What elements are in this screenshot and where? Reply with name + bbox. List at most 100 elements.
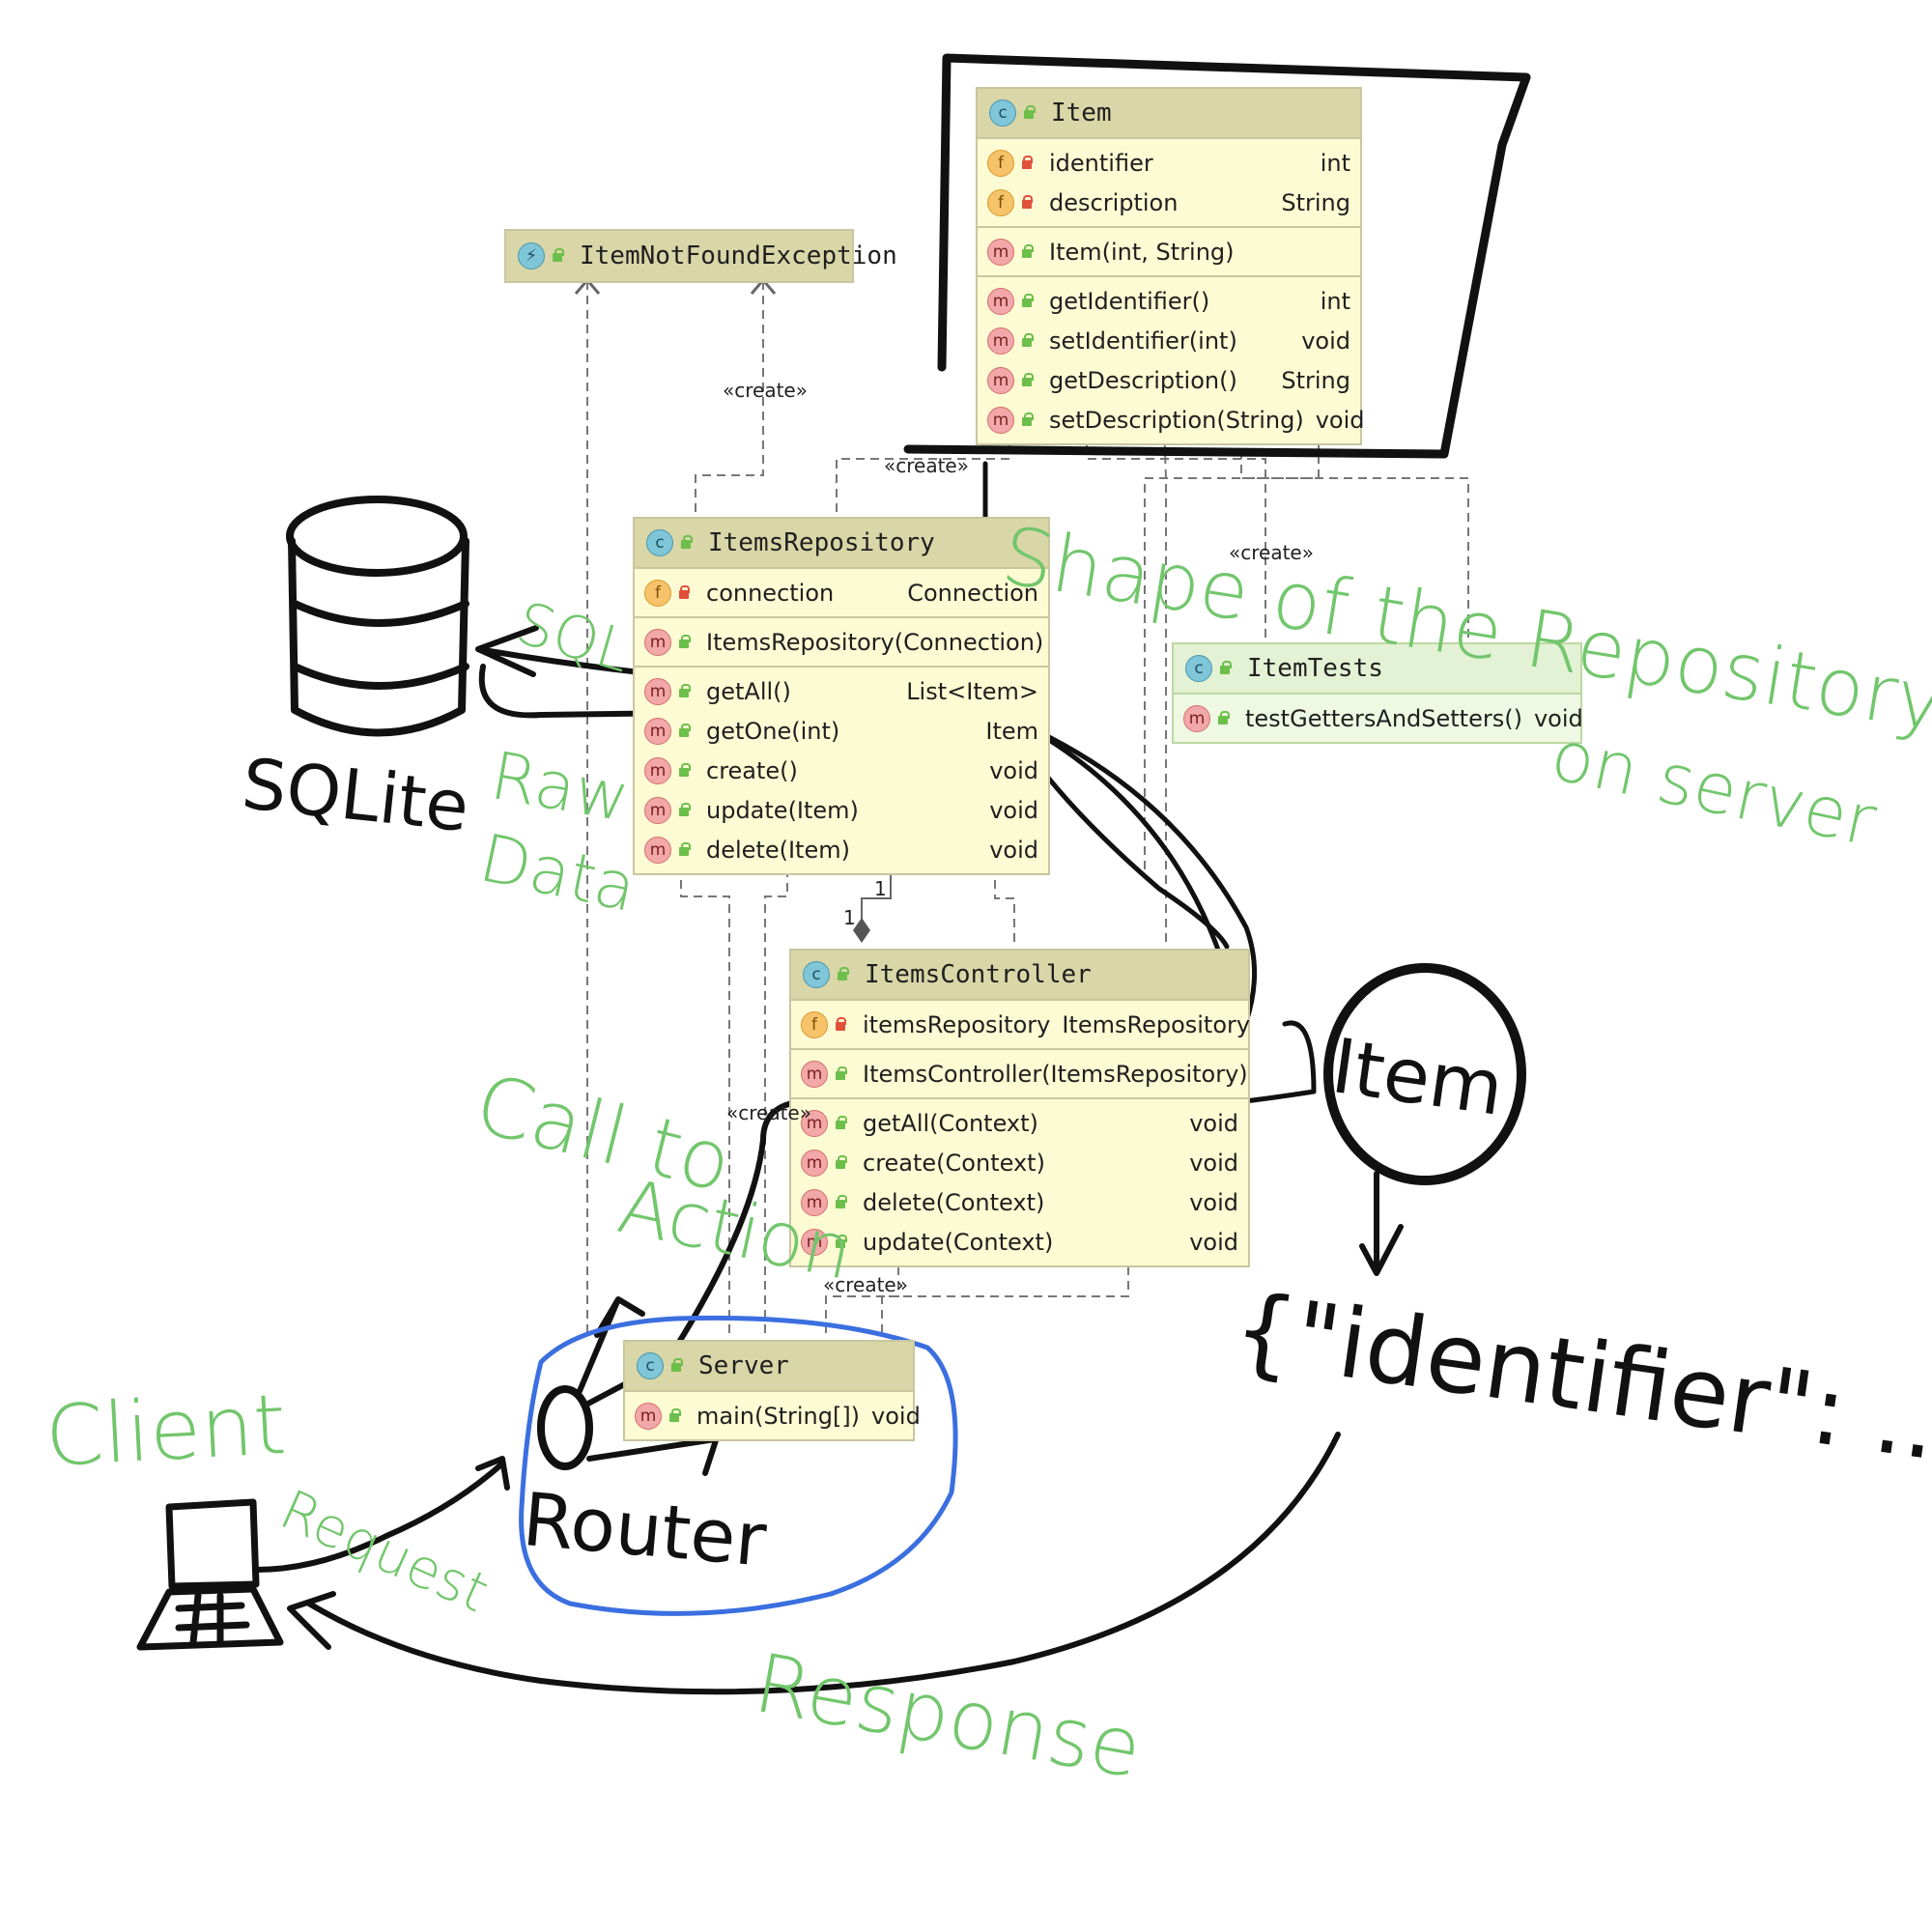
repository-method-type: Item (985, 717, 1038, 745)
method-icon: m (644, 717, 671, 745)
class-icon: c (803, 961, 830, 988)
public-icon (677, 841, 691, 858)
repository-constructor: ItemsRepository(Connection) (706, 628, 1044, 656)
controller-field-name: itemsRepository (863, 1010, 1051, 1038)
controller-field-type: ItemsRepository (1062, 1010, 1251, 1038)
annotation-router: Router (519, 1476, 770, 1583)
public-icon (1020, 372, 1034, 388)
public-icon (1020, 332, 1034, 349)
item-method-name: getIdentifier() (1049, 287, 1210, 315)
item-field-name: identifier (1049, 149, 1153, 177)
controller-method-type: void (1189, 1109, 1238, 1137)
public-icon (1020, 293, 1034, 309)
private-icon (677, 584, 691, 601)
method-icon: m (635, 1402, 662, 1430)
diagram-canvas: c Item f identifier int f description String… (0, 0, 1932, 1932)
item-method-type: int (1320, 287, 1350, 315)
method-icon: m (644, 836, 671, 864)
client-computer (136, 1498, 284, 1651)
controller-method-type: void (1189, 1228, 1238, 1256)
repository-method-type: void (989, 796, 1038, 824)
public-icon (1216, 710, 1230, 726)
class-icon: c (646, 529, 673, 556)
item-method-name: setDescription(String) (1049, 406, 1304, 434)
public-icon (834, 1154, 847, 1171)
controller-header: c ItemsController (791, 951, 1248, 1001)
method-icon: m (644, 756, 671, 784)
item-field-type: int (1320, 149, 1350, 177)
public-icon (1020, 243, 1034, 260)
method-icon: m (801, 1149, 828, 1177)
public-icon (1020, 412, 1034, 428)
method-icon: m (644, 677, 671, 705)
server-method-name: main(String[]) (696, 1402, 861, 1430)
public-icon (677, 723, 691, 739)
field-icon: f (644, 579, 671, 607)
item-method-type: void (1315, 406, 1365, 434)
method-icon: m (801, 1060, 828, 1088)
item-constructor: Item(int, String) (1049, 238, 1235, 266)
repository-header: c ItemsRepository (635, 519, 1048, 569)
class-icon: c (637, 1352, 664, 1379)
field-icon: f (801, 1010, 828, 1038)
controller-method-name: getAll(Context) (863, 1109, 1038, 1137)
class-item-name: Item (1051, 99, 1112, 128)
method-icon: m (987, 327, 1014, 355)
public-icon (677, 762, 691, 779)
method-icon: m (987, 238, 1014, 266)
repository-method-name: update(Item) (706, 796, 859, 824)
method-icon: m (644, 796, 671, 824)
class-item-header: c Item (978, 89, 1360, 139)
public-icon (677, 802, 691, 818)
class-items-repository[interactable]: c ItemsRepository f connection Connection … (633, 517, 1050, 875)
public-icon (836, 967, 849, 982)
create-label-exception: «create» (723, 379, 808, 402)
controller-method-name: create(Context) (863, 1149, 1045, 1177)
controller-method-type: void (1189, 1149, 1238, 1177)
public-icon (834, 1115, 847, 1131)
repository-method-type: void (989, 756, 1038, 784)
repository-method-name: getAll() (706, 677, 791, 705)
method-icon: m (987, 406, 1014, 434)
server-method-type: void (871, 1402, 921, 1430)
method-icon: m (644, 628, 671, 656)
class-item-not-found-exception[interactable]: ⚡ ItemNotFoundException (504, 229, 897, 283)
exception-header: ⚡ ItemNotFoundException (506, 231, 897, 281)
item-bubble-arrow (1359, 1171, 1404, 1276)
private-icon (1020, 155, 1034, 171)
annotation-item-bubble: Item (1326, 1023, 1509, 1133)
public-icon (677, 634, 691, 650)
controller-constructor: ItemsController(ItemsRepository) (863, 1060, 1248, 1088)
item-method-type: void (1301, 327, 1350, 355)
class-server[interactable]: c Server m main(String[]) void (623, 1340, 921, 1441)
public-icon (677, 683, 691, 699)
repository-method-name: create() (706, 756, 798, 784)
router-node (537, 1385, 593, 1470)
public-icon (679, 535, 693, 551)
public-icon (669, 1358, 683, 1374)
create-label-item: «create» (884, 454, 969, 477)
public-icon (668, 1407, 681, 1424)
tests-method-name: testGettersAndSetters() (1245, 704, 1522, 732)
server-name: Server (698, 1351, 789, 1380)
server-header: c Server (625, 1342, 913, 1392)
dep-controller-item (1151, 420, 1178, 942)
exception-icon: ⚡ (518, 242, 545, 270)
database-drawing (286, 496, 469, 737)
field-icon: f (987, 188, 1014, 216)
field-icon: f (987, 149, 1014, 177)
method-icon: m (987, 287, 1014, 315)
repository-method-type: void (989, 836, 1038, 864)
annotation-client: Client (43, 1376, 289, 1486)
class-item[interactable]: c Item f identifier int f description String… (976, 87, 1365, 445)
repository-method-type: List<Item> (906, 677, 1038, 705)
repository-method-name: delete(Item) (706, 836, 850, 864)
test-class-icon: c (1185, 655, 1212, 682)
public-icon (1022, 105, 1036, 121)
public-icon (1218, 661, 1232, 676)
public-icon (834, 1065, 847, 1082)
repository-method-name: getOne(int) (706, 717, 840, 745)
item-field-type: String (1281, 188, 1350, 216)
test-method-icon: m (1183, 704, 1210, 732)
controller-method-name: delete(Context) (863, 1188, 1045, 1216)
